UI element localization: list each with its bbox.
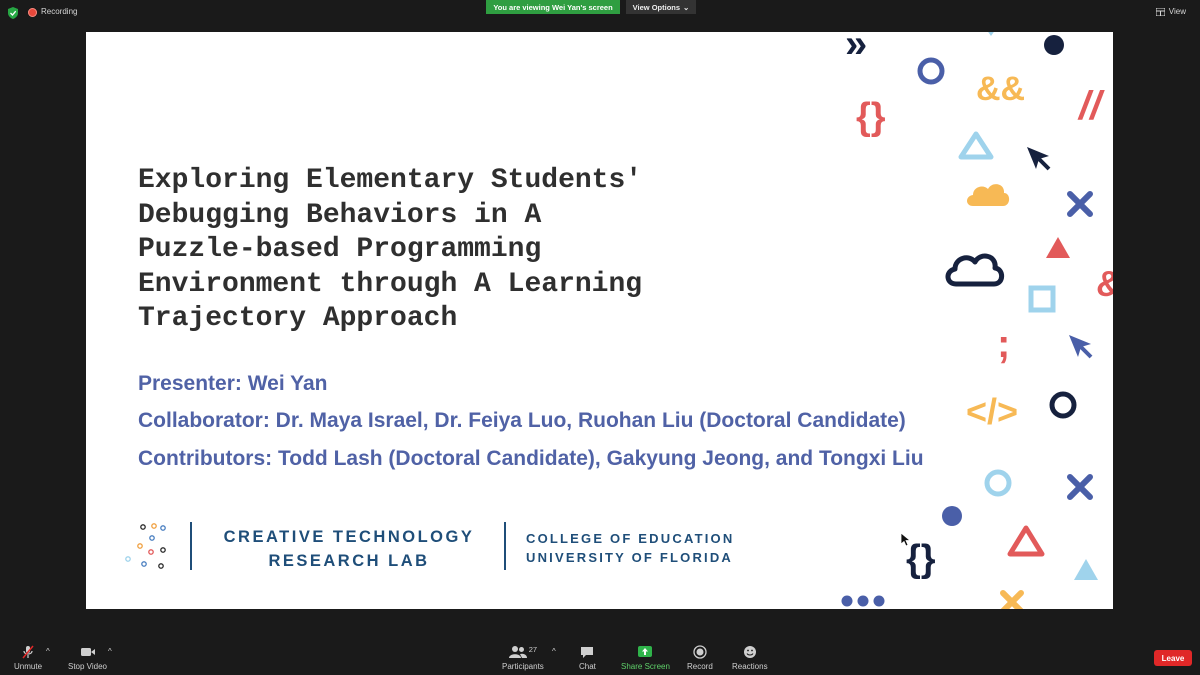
share-screen-button[interactable]: Share Screen	[621, 645, 670, 671]
code-tag-symbol: </>	[966, 391, 1019, 432]
shield-icon[interactable]	[8, 7, 18, 19]
lab-name-line1: CREATIVE TECHNOLOGY	[223, 528, 475, 546]
reaction-smiley-icon	[743, 646, 756, 658]
unmute-label: Unmute	[14, 662, 43, 671]
cross-blue-icon-2	[1067, 474, 1093, 500]
reactions-label: Reactions	[732, 662, 768, 671]
cross-orange-icon	[1000, 590, 1024, 609]
chevron-down-icon: ⌄	[683, 2, 690, 12]
chat-button[interactable]: Chat	[579, 645, 596, 671]
share-screen-icon	[638, 646, 653, 657]
viewing-banner: You are viewing Wei Yan's screen	[486, 0, 620, 14]
participants-icon	[508, 646, 527, 658]
participants-count: 27	[528, 645, 538, 654]
ring-lightblue-icon	[984, 469, 1012, 497]
stop-video-button[interactable]: Stop Video	[68, 645, 107, 671]
video-camera-icon	[80, 648, 95, 656]
meeting-toolbar	[0, 641, 1200, 675]
leave-button[interactable]: Leave	[1154, 650, 1192, 666]
braces-red-symbol: {}	[856, 96, 886, 138]
ellipsis-icon	[841, 595, 885, 607]
semicolon-symbol: ;	[997, 322, 1011, 366]
view-options-button[interactable]: View Options ⌄	[626, 0, 696, 14]
dot-blue-icon	[942, 506, 962, 526]
lab-name-line2: RESEARCH LAB	[268, 552, 430, 570]
college-name-line2: UNIVERSITY OF FLORIDA	[526, 550, 734, 565]
participants-caret-icon[interactable]: ^	[552, 647, 556, 656]
triangle-red-outline-icon	[1007, 525, 1045, 557]
ring-navy-icon	[1049, 391, 1077, 419]
cursor-navy-icon	[1027, 147, 1051, 171]
slashes-symbol: //	[1079, 84, 1102, 128]
college-name: COLLEGE OF EDUCATION UNIVERSITY OF FLORI…	[526, 529, 758, 567]
college-divider	[504, 522, 506, 570]
lab-name: CREATIVE TECHNOLOGY RESEARCH LAB	[204, 525, 494, 573]
record-button[interactable]: Record	[687, 645, 713, 671]
chat-bubble-icon	[581, 647, 594, 658]
triangle-lightblue-icon	[958, 131, 994, 160]
top-bar: Recording You are viewing Wei Yan's scre…	[0, 0, 1200, 32]
ring-blue-icon	[917, 57, 945, 85]
college-name-line1: COLLEGE OF EDUCATION	[526, 531, 735, 546]
video-options-caret-icon[interactable]: ^	[108, 647, 112, 656]
share-screen-label: Share Screen	[621, 662, 670, 671]
reactions-button[interactable]: Reactions	[732, 645, 768, 671]
ampersands-symbol: &&	[976, 70, 1026, 108]
chevrons-symbol: »	[845, 32, 868, 66]
recording-label[interactable]: Recording	[41, 7, 77, 16]
grid-view-icon	[1155, 7, 1165, 16]
cloud-orange-icon	[967, 184, 1010, 206]
participants-label: Participants	[502, 662, 544, 671]
microphone-muted-icon	[22, 645, 34, 659]
cloud-navy-icon	[945, 253, 1005, 287]
presenter-line: Presenter: Wei Yan	[138, 372, 328, 395]
record-label: Record	[687, 662, 713, 671]
slide-title: Exploring Elementary Students' Debugging…	[138, 165, 643, 334]
collaborator-line: Collaborator: Dr. Maya Israel, Dr. Feiya…	[138, 409, 906, 432]
chat-label: Chat	[579, 662, 596, 671]
audio-options-caret-icon[interactable]: ^	[46, 647, 50, 656]
stop-video-label: Stop Video	[68, 662, 107, 671]
recording-icon	[28, 8, 37, 17]
triangle-red-icon	[1046, 237, 1070, 258]
view-label: View	[1168, 7, 1186, 16]
triangle-lightblue-small-icon	[1074, 559, 1098, 580]
unmute-button[interactable]: Unmute	[14, 645, 42, 671]
cursor-blue-icon	[1069, 335, 1093, 359]
participants-button[interactable]: 27 Participants	[502, 645, 544, 671]
record-icon	[693, 645, 707, 659]
view-button[interactable]: View	[1155, 7, 1186, 16]
dot-navy-icon	[1044, 35, 1064, 55]
shared-screen-slide: Exploring Elementary Students' Debugging…	[86, 32, 1113, 609]
cross-blue-icon	[1067, 191, 1093, 217]
triangle-lightblue-top-icon	[988, 32, 994, 36]
lab-logo-icon	[125, 523, 166, 569]
contributors-line: Contributors: Todd Lash (Doctoral Candid…	[138, 447, 924, 470]
square-lightblue-icon	[1028, 285, 1056, 313]
mouse-pointer-icon	[901, 533, 911, 547]
view-options-label: View Options	[632, 2, 681, 12]
logo-divider	[190, 522, 192, 570]
ampersand-red-symbol: &	[1096, 266, 1113, 302]
